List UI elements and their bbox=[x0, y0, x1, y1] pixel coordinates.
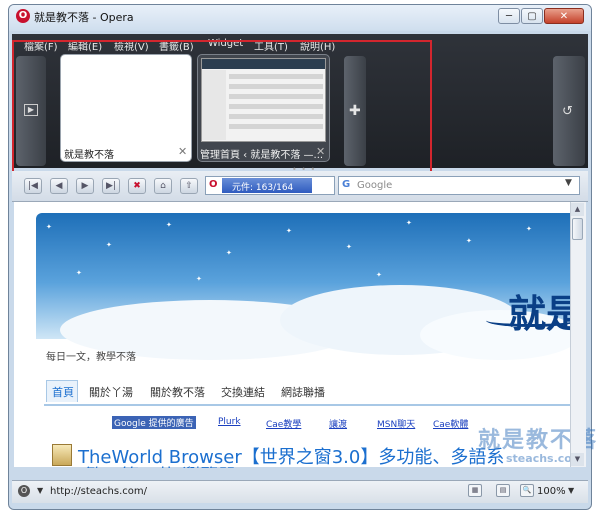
scroll-up-button[interactable]: ▲ bbox=[571, 203, 584, 216]
site-nav-home-label[interactable]: 首頁 bbox=[52, 384, 74, 400]
highlight-box bbox=[12, 40, 432, 182]
ad-link[interactable]: 讓渡 bbox=[329, 417, 347, 430]
ad-link[interactable]: Plurk bbox=[218, 417, 241, 427]
ad-link[interactable]: MSN聊天 bbox=[377, 417, 415, 430]
panel-icon[interactable]: ▦ bbox=[468, 484, 482, 497]
star-decoration: ✦ bbox=[226, 249, 232, 257]
star-decoration: ✦ bbox=[466, 237, 472, 245]
site-nav-link-exchange[interactable]: 交換連結 bbox=[221, 384, 265, 400]
search-placeholder: Google bbox=[357, 180, 393, 191]
site-nav-about-tang[interactable]: 關於丫湯 bbox=[89, 384, 133, 400]
star-decoration: ✦ bbox=[76, 269, 82, 277]
star-decoration: ✦ bbox=[196, 275, 202, 283]
star-decoration: ✦ bbox=[406, 219, 412, 227]
opera-menu-icon[interactable]: O bbox=[18, 485, 30, 497]
fast-forward-button[interactable]: ▶| bbox=[102, 178, 120, 194]
opera-logo-icon[interactable]: O bbox=[16, 9, 30, 23]
home-button[interactable]: ⌂ bbox=[154, 178, 172, 194]
window-title: 就是教不落 - Opera bbox=[34, 11, 134, 24]
page-view-icon[interactable]: ▤ bbox=[496, 484, 510, 497]
ad-link[interactable]: Cae教學 bbox=[266, 417, 301, 430]
undo-close-icon: ↺ bbox=[562, 104, 573, 119]
ad-link[interactable]: Cae軟體 bbox=[433, 417, 468, 430]
star-decoration: ✦ bbox=[376, 271, 382, 279]
status-url: http://steachs.com/ bbox=[50, 486, 147, 497]
stop-button[interactable]: ✖ bbox=[128, 178, 146, 194]
zoom-level[interactable]: 100% bbox=[537, 486, 566, 497]
ad-label[interactable]: Google 提供的廣告 bbox=[112, 416, 196, 429]
post-title-continued[interactable]: (繁、簡、英)瀏覽器 bbox=[78, 462, 236, 468]
up-button[interactable]: ⇧ bbox=[180, 178, 198, 194]
title-swoosh bbox=[486, 314, 576, 327]
site-nav-about-site[interactable]: 關於教不落 bbox=[150, 384, 205, 400]
star-decoration: ✦ bbox=[166, 221, 172, 229]
forward-button[interactable]: ▶ bbox=[76, 178, 94, 194]
site-tagline: 每日一文，教學不落 bbox=[46, 352, 136, 363]
scroll-thumb[interactable] bbox=[572, 218, 583, 240]
star-decoration: ✦ bbox=[106, 241, 112, 249]
search-dropdown-icon[interactable]: ▼ bbox=[565, 178, 572, 188]
star-decoration: ✦ bbox=[346, 243, 352, 251]
zoom-icon[interactable]: 🔍 bbox=[520, 484, 534, 497]
star-decoration: ✦ bbox=[526, 225, 532, 233]
post-icon bbox=[52, 444, 72, 466]
maximize-button[interactable]: ▢ bbox=[521, 8, 543, 24]
vertical-scrollbar[interactable] bbox=[570, 202, 586, 467]
site-nav-blog-feed[interactable]: 網誌聯播 bbox=[281, 384, 325, 400]
minimize-button[interactable]: ─ bbox=[498, 8, 520, 24]
google-icon[interactable]: G bbox=[342, 179, 350, 190]
zoom-dropdown-icon[interactable]: ▼ bbox=[568, 486, 574, 495]
scroll-down-button[interactable]: ▼ bbox=[571, 453, 584, 466]
status-dropdown-icon[interactable]: ▼ bbox=[37, 486, 43, 495]
star-decoration: ✦ bbox=[46, 223, 52, 231]
back-button[interactable]: ◀ bbox=[50, 178, 68, 194]
rewind-button[interactable]: |◀ bbox=[24, 178, 42, 194]
load-progress-text: 元件: 163/164 bbox=[232, 183, 294, 193]
close-window-button[interactable]: ✕ bbox=[544, 8, 584, 24]
star-decoration: ✦ bbox=[286, 227, 292, 235]
opera-page-icon: O bbox=[209, 179, 218, 190]
